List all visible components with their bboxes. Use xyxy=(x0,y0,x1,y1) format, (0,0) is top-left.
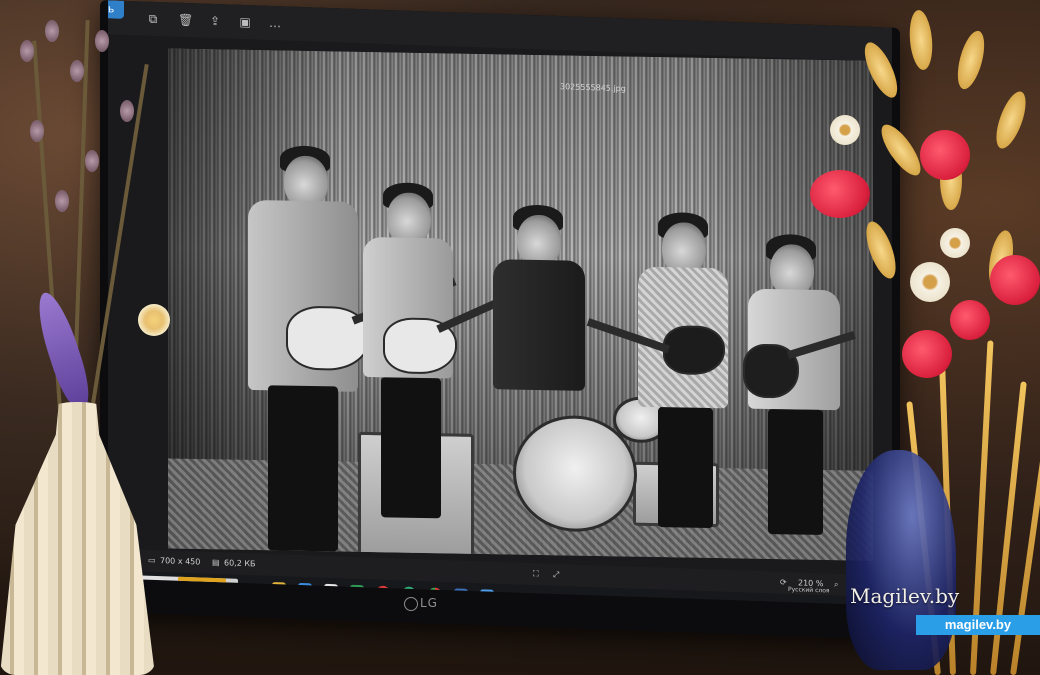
lavender-bud xyxy=(30,120,44,142)
lavender-bud xyxy=(85,150,99,172)
disk-icon: ▤ xyxy=(212,557,220,568)
more-icon[interactable]: … xyxy=(268,16,282,30)
lavender-bud xyxy=(55,190,69,212)
maps-icon[interactable] xyxy=(350,584,364,600)
edit-button[interactable]: Изменить xyxy=(108,0,125,19)
lavender-bud xyxy=(70,60,84,82)
screen: Изменить ⧉ 🗑 ⇪ ▣ … 3025555845.jpg ▭ 700 … xyxy=(108,0,892,606)
resolution-icon: ▭ xyxy=(148,555,156,565)
band-photo xyxy=(168,48,873,561)
lavender-bud xyxy=(20,40,34,62)
photos-icon[interactable] xyxy=(298,582,312,598)
lg-logo-icon xyxy=(404,597,418,611)
copy-icon[interactable]: ⧉ xyxy=(146,12,160,26)
lavender-bud xyxy=(120,100,134,122)
monitor: Изменить ⧉ 🗑 ⇪ ▣ … 3025555845.jpg ▭ 700 … xyxy=(100,0,900,640)
slideshow-icon[interactable]: ▣ xyxy=(238,15,252,29)
guitar xyxy=(663,325,725,376)
image-resolution: 700 x 450 xyxy=(160,556,201,567)
lavender-bud xyxy=(95,30,109,52)
calendar-icon[interactable] xyxy=(324,583,338,599)
watermark-text: Magilev.by xyxy=(850,584,960,608)
rotate-icon[interactable]: ⟳ xyxy=(780,578,787,587)
delete-icon[interactable]: 🗑 xyxy=(178,13,193,28)
blue-glass-figurine xyxy=(846,450,956,670)
terminal-icon[interactable] xyxy=(454,588,468,603)
file-size: 60,2 КБ xyxy=(224,558,256,569)
share-icon[interactable]: ⇪ xyxy=(208,14,222,28)
fit-icon[interactable]: ⛶ xyxy=(533,569,539,579)
weather-badge xyxy=(178,576,226,589)
small-daisy xyxy=(138,304,170,336)
fullscreen-icon[interactable]: ⤢ xyxy=(553,570,559,580)
explorer-icon[interactable] xyxy=(272,582,286,597)
viewer-icon[interactable] xyxy=(480,589,494,604)
watermark-badge: magilev.by xyxy=(916,615,1040,635)
opera-icon[interactable] xyxy=(376,585,390,601)
lavender-bud xyxy=(45,20,59,42)
monitor-brand: LG xyxy=(420,596,438,610)
